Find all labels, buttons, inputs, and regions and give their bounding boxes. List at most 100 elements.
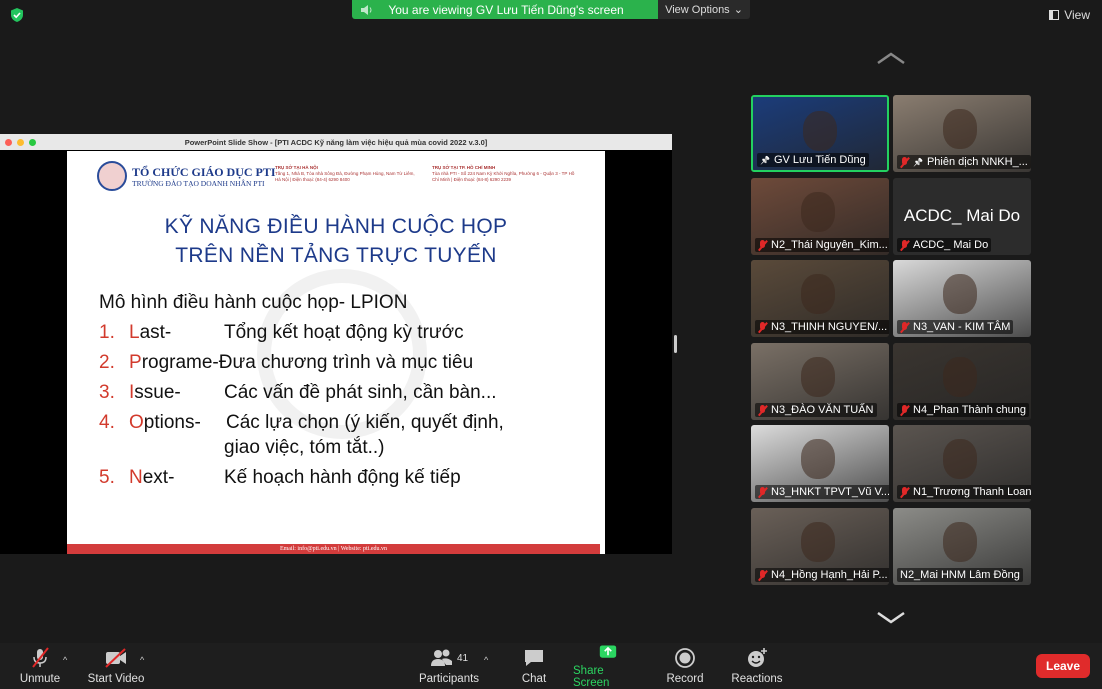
mic-muted-icon — [758, 569, 767, 581]
mic-muted-icon — [900, 404, 909, 416]
participant-name-tag: N3_THINH NGUYEN/... — [755, 320, 889, 334]
reactions-icon — [748, 648, 767, 667]
participant-tile[interactable]: N3_ĐÀO VĂN TUẤN — [751, 343, 889, 420]
participants-button[interactable]: 41 Participants — [418, 643, 480, 689]
chevron-up-icon[interactable]: ^ — [484, 655, 488, 665]
mic-muted-icon — [758, 239, 767, 251]
list-item: 1. Last- Tổng kết hoạt động kỳ trước — [99, 322, 464, 343]
participant-name-bg: 📌 GV Lưu Tiến Dũng — [757, 153, 869, 167]
mic-muted-icon — [900, 321, 909, 333]
participant-tile[interactable]: N3_HNKT TPVT_Vũ V... — [751, 425, 889, 502]
record-icon — [675, 648, 695, 668]
mic-muted-icon — [900, 486, 909, 498]
participant-tile[interactable]: N1_Trương Thanh Loan — [893, 425, 1031, 502]
security-shield-icon[interactable] — [9, 7, 25, 23]
participant-name-tag: N3_HNKT TPVT_Vũ V... — [755, 485, 889, 499]
address-hanoi: TRỤ SỞ TẠI HÀ NỘI Tầng 1, Nhà B, Tòa nhà… — [275, 165, 415, 183]
presentation-slide: TỔ CHỨC GIÁO DỤC PTI TRƯỜNG ĐÀO TẠO DOAN… — [67, 151, 605, 554]
chevron-up-icon[interactable] — [876, 51, 906, 65]
chevron-up-icon[interactable]: ^ — [63, 655, 67, 665]
list-item: 4. Options- Các lựa chọn (ý kiến, quyết đ… — [99, 412, 504, 433]
chevron-down-icon: ⌄ — [733, 4, 743, 16]
list-item: 3. Issue- Các vấn đề phát sinh, cần bàn..… — [99, 382, 497, 403]
speaker-icon[interactable] — [360, 4, 374, 16]
share-screen-button[interactable]: Share Screen — [573, 643, 643, 689]
chevron-down-icon[interactable] — [876, 611, 906, 625]
chat-label: Chat — [521, 673, 547, 685]
viewing-text: You are viewing GV Lưu Tiến Dũng's scree… — [388, 2, 624, 17]
participant-name-bg: N4_Phan Thành chung — [897, 403, 1029, 417]
participant-tile[interactable]: N2_Thái Nguyên_Kim... — [751, 178, 889, 255]
participant-silhouette — [801, 522, 835, 562]
view-options-button[interactable]: View Options ⌄ — [658, 0, 750, 19]
participant-name: N3_ĐÀO VĂN TUẤN — [771, 404, 874, 416]
participant-name: N3_THINH NGUYEN/... — [771, 321, 888, 333]
view-label: View — [1064, 8, 1090, 22]
participant-silhouette — [801, 357, 835, 397]
participant-tile[interactable]: N3_THINH NGUYEN/... — [751, 260, 889, 337]
participant-name-tag: N3_VAN - KIM TÂM — [897, 320, 1014, 334]
pin-icon: 📌 — [760, 155, 770, 165]
reactions-button[interactable]: Reactions — [730, 643, 784, 689]
participant-tile[interactable]: N4_Phan Thành chung — [893, 343, 1031, 420]
participants-icon — [430, 649, 452, 666]
participant-tile[interactable]: ACDC_ Mai Do ACDC_ Mai Do — [893, 178, 1031, 255]
slide-header: TỔ CHỨC GIÁO DỤC PTI TRƯỜNG ĐÀO TẠO DOAN… — [97, 161, 587, 193]
address-hanoi-text: Tầng 1, Nhà B, Tòa nhà Sông Đà, Đường Ph… — [275, 171, 415, 182]
participant-name: N1_Trương Thanh Loan — [913, 486, 1031, 498]
start-video-label: Start Video — [87, 673, 145, 685]
participants-icon-wrap: 41 — [430, 647, 468, 669]
reactions-label: Reactions — [731, 673, 783, 685]
participant-name-tag: N3_ĐÀO VĂN TUẤN — [755, 403, 877, 417]
unmute-button[interactable]: Unmute — [18, 643, 62, 689]
record-label: Record — [666, 673, 704, 685]
screen-share-banner: You are viewing GV Lưu Tiến Dũng's scree… — [352, 0, 750, 19]
mic-muted-icon — [758, 321, 767, 333]
participant-tile[interactable]: N2_Mai HNM Lâm Đồng — [893, 508, 1031, 585]
participant-silhouette — [801, 274, 835, 314]
participant-tile[interactable]: N4_Hồng Hạnh_Hải P... — [751, 508, 889, 585]
mic-muted-icon — [900, 156, 909, 168]
leave-button[interactable]: Leave — [1036, 654, 1090, 678]
participant-name-bg: N3_THINH NGUYEN/... — [755, 320, 889, 334]
chevron-up-icon[interactable]: ^ — [140, 655, 144, 665]
participant-silhouette — [803, 111, 837, 151]
participant-silhouette — [943, 109, 977, 149]
participant-tile[interactable]: N3_VAN - KIM TÂM — [893, 260, 1031, 337]
view-button[interactable]: View — [1049, 8, 1090, 22]
split-drag-handle[interactable] — [674, 335, 677, 353]
participant-name: ACDC_ Mai Do — [913, 239, 989, 251]
participant-silhouette — [943, 439, 977, 479]
mic-muted-icon — [900, 239, 909, 251]
participant-name-tag: 📌 Phiên dịch NNKH_... — [897, 155, 1031, 169]
viewing-banner: You are viewing GV Lưu Tiến Dũng's scree… — [352, 0, 658, 19]
shared-screen: PowerPoint Slide Show - [PTI ACDC Kỹ năn… — [0, 134, 672, 554]
zoom-meeting-window: You are viewing GV Lưu Tiến Dũng's scree… — [0, 0, 1102, 689]
participant-name-tag: 📌 GV Lưu Tiến Dũng — [757, 153, 869, 167]
pin-icon: 📌 — [913, 157, 923, 167]
mic-muted-icon — [758, 404, 767, 416]
chat-icon — [525, 650, 543, 666]
list-item: 5. Next- Kế hoạch hành động kế tiếp — [99, 467, 461, 488]
participant-tile[interactable]: 📌 GV Lưu Tiến Dũng — [751, 95, 889, 172]
participant-name-tag: N4_Hồng Hạnh_Hải P... — [755, 568, 889, 582]
layout-icon — [1049, 10, 1060, 20]
share-screen-label: Share Screen — [573, 665, 610, 689]
participant-name-bg: N3_VAN - KIM TÂM — [897, 320, 1014, 334]
participant-name: N3_HNKT TPVT_Vũ V... — [771, 486, 889, 498]
unmute-label: Unmute — [19, 673, 61, 685]
start-video-button[interactable]: Start Video — [86, 643, 146, 689]
participant-name-bg: N2_Thái Nguyên_Kim... — [755, 238, 889, 252]
mic-muted-icon — [32, 647, 49, 668]
window-titlebar: PowerPoint Slide Show - [PTI ACDC Kỹ năn… — [0, 134, 672, 150]
participant-tile[interactable]: 📌 Phiên dịch NNKH_... — [893, 95, 1031, 172]
chat-button[interactable]: Chat — [518, 643, 550, 689]
participant-name-tag: ACDC_ Mai Do — [897, 238, 992, 252]
participant-name: GV Lưu Tiến Dũng — [773, 154, 866, 166]
mic-muted-icon — [758, 486, 767, 498]
participant-name-bg: N1_Trương Thanh Loan — [897, 485, 1031, 499]
view-options-label: View Options — [665, 3, 730, 16]
org-subtitle: TRƯỜNG ĐÀO TẠO DOANH NHÂN PTI — [132, 179, 265, 188]
meeting-toolbar: Unmute ^ Start Video ^ 41 Participants ^… — [0, 643, 1102, 689]
record-button[interactable]: Record — [666, 643, 704, 689]
